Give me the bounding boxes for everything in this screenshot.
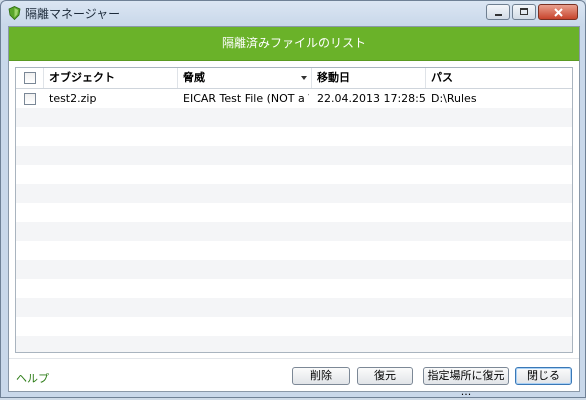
maximize-icon xyxy=(520,8,528,15)
column-header-threat-label: 脅威 xyxy=(183,71,205,84)
header-banner: 隔離済みファイルのリスト xyxy=(9,27,579,61)
cell-object: test2.zip xyxy=(49,92,97,105)
minimize-button[interactable] xyxy=(486,4,510,20)
app-shield-icon xyxy=(8,6,21,20)
close-icon xyxy=(554,8,563,17)
window-title: 隔離マネージャー xyxy=(25,7,121,21)
table-row[interactable]: test2.zip EICAR Test File (NOT a Vir... … xyxy=(16,89,572,108)
restore-to-button[interactable]: 指定場所に復元 ... xyxy=(423,367,509,398)
window-controls xyxy=(486,4,578,20)
footer-divider xyxy=(9,358,579,359)
title-bar[interactable]: 隔離マネージャー xyxy=(1,1,585,25)
minimize-icon xyxy=(495,14,502,16)
column-header-date[interactable]: 移動日 xyxy=(312,68,426,88)
column-header-threat[interactable]: 脅威 xyxy=(178,68,312,88)
table-body: test2.zip EICAR Test File (NOT a Vir... … xyxy=(16,89,572,352)
delete-button[interactable]: 削除 xyxy=(292,367,350,385)
close-window-button[interactable] xyxy=(538,4,578,20)
table-header: オブジェクト 脅威 移動日 パス xyxy=(16,68,572,89)
sort-descending-icon xyxy=(301,76,307,80)
column-header-object[interactable]: オブジェクト xyxy=(44,68,178,88)
client-area: 隔離済みファイルのリスト オブジェクト 脅威 移動日 パス test2.zip xyxy=(8,26,580,398)
restore-button[interactable]: 復元 xyxy=(357,367,413,385)
select-all-checkbox[interactable] xyxy=(24,72,36,84)
maximize-button[interactable] xyxy=(512,4,536,20)
cell-threat: EICAR Test File (NOT a Vir... xyxy=(183,92,309,105)
cell-date: 22.04.2013 17:28:53 xyxy=(317,92,425,105)
help-link[interactable]: ヘルプ xyxy=(16,370,49,386)
cell-path: D:\Rules xyxy=(431,92,477,105)
quarantine-manager-window: 隔離マネージャー 隔離済みファイルのリスト オブジェクト 脅威 移動日 パス t… xyxy=(0,0,586,398)
header-title: 隔離済みファイルのリスト xyxy=(221,36,366,50)
quarantine-table: オブジェクト 脅威 移動日 パス test2.zip EICAR Test Fi… xyxy=(15,67,573,353)
close-button[interactable]: 閉じる xyxy=(515,367,572,385)
select-all-column xyxy=(16,68,44,88)
column-header-path[interactable]: パス xyxy=(426,68,572,88)
row-checkbox[interactable] xyxy=(24,93,36,105)
